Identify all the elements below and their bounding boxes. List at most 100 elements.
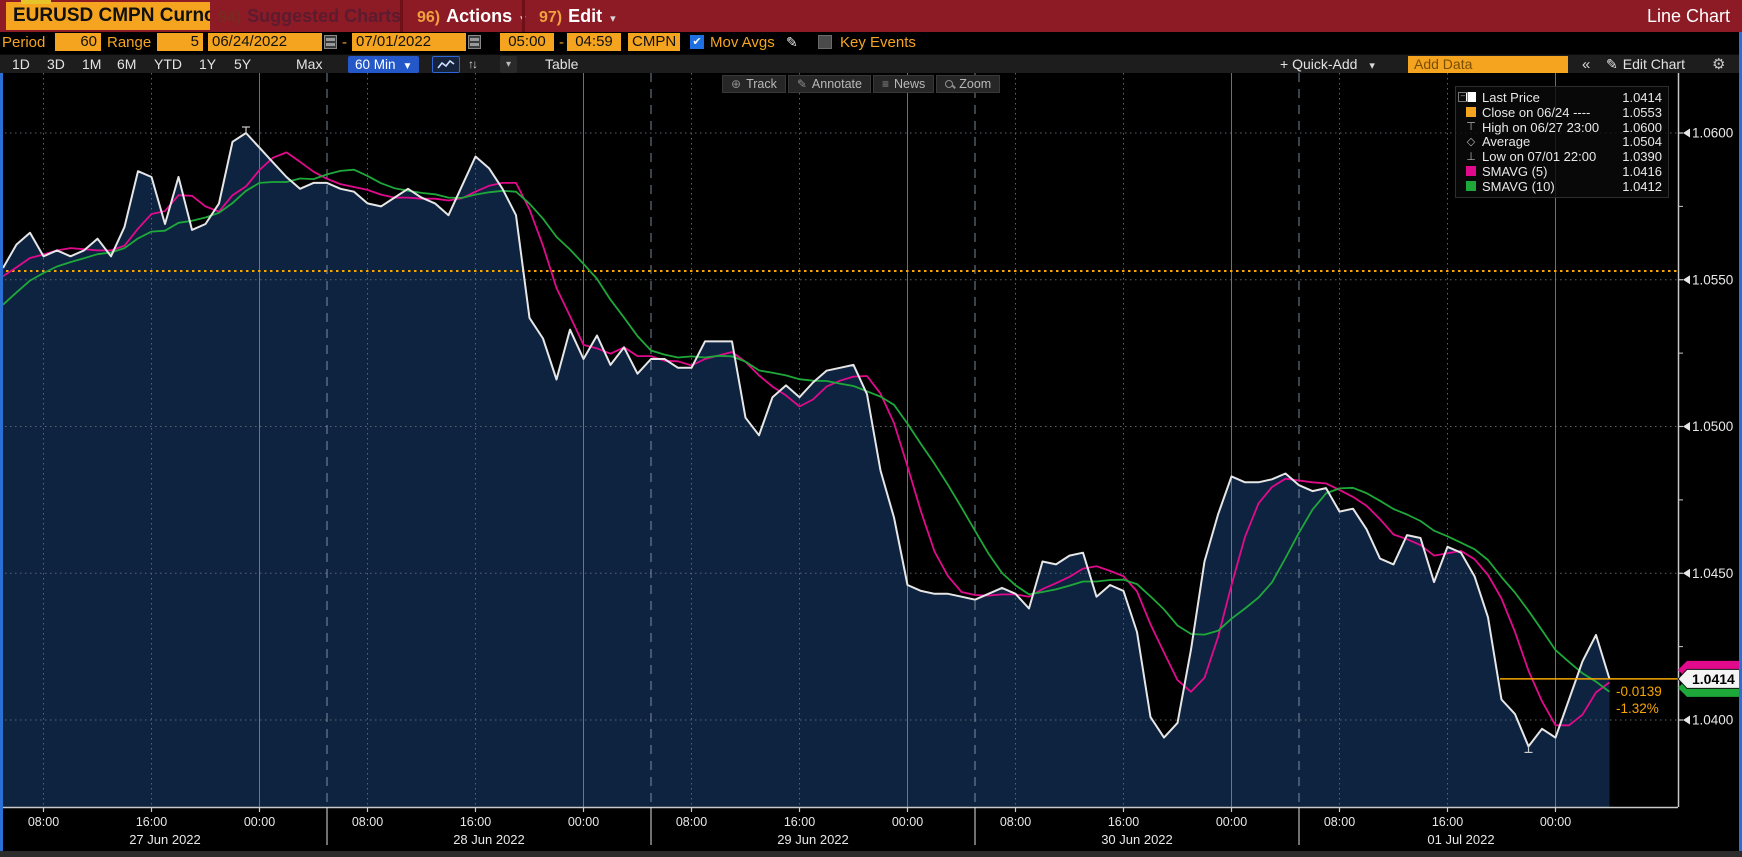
- time-label: 08:00: [1000, 815, 1031, 829]
- legend-row-4[interactable]: ⊥ Low on 07/01 22:00 1.0390: [1460, 149, 1662, 164]
- collapse-button[interactable]: «: [1582, 55, 1590, 74]
- legend-row-2[interactable]: ⊤ High on 06/27 23:00 1.0600: [1460, 120, 1662, 135]
- time-label: 16:00: [1108, 815, 1139, 829]
- date-label: 01 Jul 2022: [1427, 832, 1494, 847]
- legend-row-1[interactable]: Close on 06/24 ---- 1.0553: [1460, 105, 1662, 120]
- legend-label: High on 06/27 23:00: [1482, 119, 1600, 135]
- key-events-label: Key Events: [840, 34, 916, 51]
- date-label: 29 Jun 2022: [777, 832, 849, 847]
- key-events-checkbox[interactable]: [818, 35, 832, 49]
- legend-value: 1.0504: [1622, 134, 1662, 150]
- date-label: 28 Jun 2022: [453, 832, 525, 847]
- legend-value: 1.0416: [1622, 163, 1662, 179]
- window-bottom-strip: [0, 851, 1742, 857]
- range-input[interactable]: 5: [157, 33, 203, 51]
- range-button-max[interactable]: Max: [296, 55, 322, 74]
- menu-suggested-charts[interactable]: 94) Suggested Charts: [218, 0, 401, 32]
- menu-number: 97): [539, 9, 563, 26]
- y-label-arrow-icon: [1683, 568, 1690, 578]
- tool-label: News: [893, 77, 926, 91]
- legend-swatch: [1466, 166, 1476, 177]
- time-label: 16:00: [784, 815, 815, 829]
- source-button[interactable]: CMPN: [628, 33, 680, 51]
- legend-value: 1.0553: [1622, 104, 1662, 120]
- range-button-1m[interactable]: 1M: [82, 55, 101, 74]
- period-input[interactable]: 60: [55, 33, 101, 51]
- track-icon: ⊕: [731, 77, 742, 91]
- legend-swatch: [1466, 107, 1476, 118]
- sort-arrows-button[interactable]: ↑↓: [468, 56, 478, 73]
- date-label: 30 Jun 2022: [1101, 832, 1173, 847]
- chart-type-dropdown[interactable]: ▾: [500, 56, 518, 73]
- legend-row-6[interactable]: SMAVG (10) 1.0412: [1460, 179, 1662, 194]
- security-ticker-field[interactable]: EURUSD CMPN Curnc: [6, 2, 210, 30]
- menu-number: 96): [417, 9, 441, 26]
- time-range-dash: -: [559, 34, 564, 51]
- range-button-6m[interactable]: 6M: [117, 55, 136, 74]
- line-chart-type-button[interactable]: [432, 56, 460, 73]
- chevron-down-icon: ▾: [1369, 60, 1375, 72]
- legend-row-5[interactable]: SMAVG (5) 1.0416: [1460, 164, 1662, 179]
- tool-label: Annotate: [811, 77, 862, 91]
- range-button-1y[interactable]: 1Y: [199, 55, 216, 74]
- legend-swatch-cell: [1460, 166, 1482, 177]
- legend-row-3[interactable]: ◇ Average 1.0504: [1460, 134, 1662, 149]
- edit-chart-label: Edit Chart: [1622, 56, 1685, 72]
- edit-chart-button[interactable]: ✎ Edit Chart: [1606, 55, 1685, 74]
- y-axis-label: 1.0450: [1692, 566, 1733, 581]
- net-change-value: -0.0139: [1616, 684, 1662, 699]
- range-button-1d[interactable]: 1D: [12, 55, 30, 74]
- mov-avgs-checkbox[interactable]: ✔: [690, 35, 704, 49]
- chart-legend[interactable]: – Last Price 1.0414 Close on 06/24 ---- 1.0…: [1455, 86, 1669, 198]
- window-left-border: [0, 73, 3, 851]
- time-label: 00:00: [892, 815, 923, 829]
- range-button-ytd[interactable]: YTD: [154, 55, 182, 74]
- pct-change-value: -1.32%: [1616, 701, 1659, 716]
- time-label: 00:00: [244, 815, 275, 829]
- legend-label: Close on 06/24 ----: [1482, 104, 1591, 120]
- date-range-dash: -: [342, 34, 347, 51]
- date-label: 27 Jun 2022: [129, 832, 201, 847]
- time-label: 16:00: [1432, 815, 1463, 829]
- calendar-icon[interactable]: [324, 35, 337, 49]
- magnifier-icon: [945, 79, 954, 89]
- settings-bar: Period 60 Range 5 06/24/2022 - 07/01/202…: [0, 32, 1742, 54]
- chart-type-label: Line Chart: [1646, 6, 1730, 26]
- range-label: Range: [107, 34, 152, 51]
- y-label-arrow-icon: [1683, 422, 1690, 431]
- pencil-icon[interactable]: ✎: [786, 34, 798, 51]
- add-data-input[interactable]: Add Data: [1408, 56, 1568, 73]
- legend-swatch-cell: [1460, 181, 1482, 192]
- line-chart-icon: [437, 59, 455, 69]
- range-button-3d[interactable]: 3D: [47, 55, 65, 74]
- news-icon: ≡: [881, 77, 889, 91]
- track-tool-button[interactable]: ⊕ Track: [722, 75, 786, 93]
- news-tool-button[interactable]: ≡ News: [872, 75, 935, 93]
- interval-dropdown[interactable]: 60 Min ▼: [348, 56, 420, 73]
- y-label-arrow-icon: [1683, 715, 1690, 725]
- legend-expander-icon[interactable]: –: [1458, 92, 1468, 102]
- legend-swatch: [1466, 181, 1476, 192]
- menu-number: 94): [218, 9, 242, 26]
- gear-icon[interactable]: ⚙: [1712, 55, 1725, 74]
- legend-row-0[interactable]: Last Price 1.0414: [1460, 90, 1662, 105]
- zoom-tool-button[interactable]: Zoom: [936, 75, 1001, 93]
- range-button-5y[interactable]: 5Y: [234, 55, 251, 74]
- tool-label: Zoom: [959, 77, 992, 91]
- time-to-input[interactable]: 04:59: [567, 33, 621, 51]
- time-from-input[interactable]: 05:00: [500, 33, 554, 51]
- calendar-icon[interactable]: [468, 35, 481, 49]
- legend-marker-icon: ◇: [1466, 136, 1476, 149]
- menu-actions[interactable]: 96) Actions ▾: [400, 0, 526, 32]
- menu-edit[interactable]: 97) Edit ▾: [522, 0, 616, 32]
- menu-label: Edit: [568, 6, 603, 26]
- annotate-icon: ✎: [796, 77, 807, 91]
- annotate-tool-button[interactable]: ✎ Annotate: [787, 75, 871, 93]
- chart-area[interactable]: 1.0600 1.0550 1.0500 1.0450 1.0400 08:00 16:00…: [0, 73, 1742, 857]
- area-fill: [3, 133, 1610, 807]
- legend-value: 1.0414: [1622, 89, 1662, 105]
- date-from-input[interactable]: 06/24/2022: [208, 33, 322, 51]
- date-to-input[interactable]: 07/01/2022: [352, 33, 466, 51]
- chart-floating-toolbar: ⊕ Track ✎ Annotate ≡ News Zoom: [722, 75, 1001, 93]
- table-button[interactable]: Table: [545, 55, 578, 74]
